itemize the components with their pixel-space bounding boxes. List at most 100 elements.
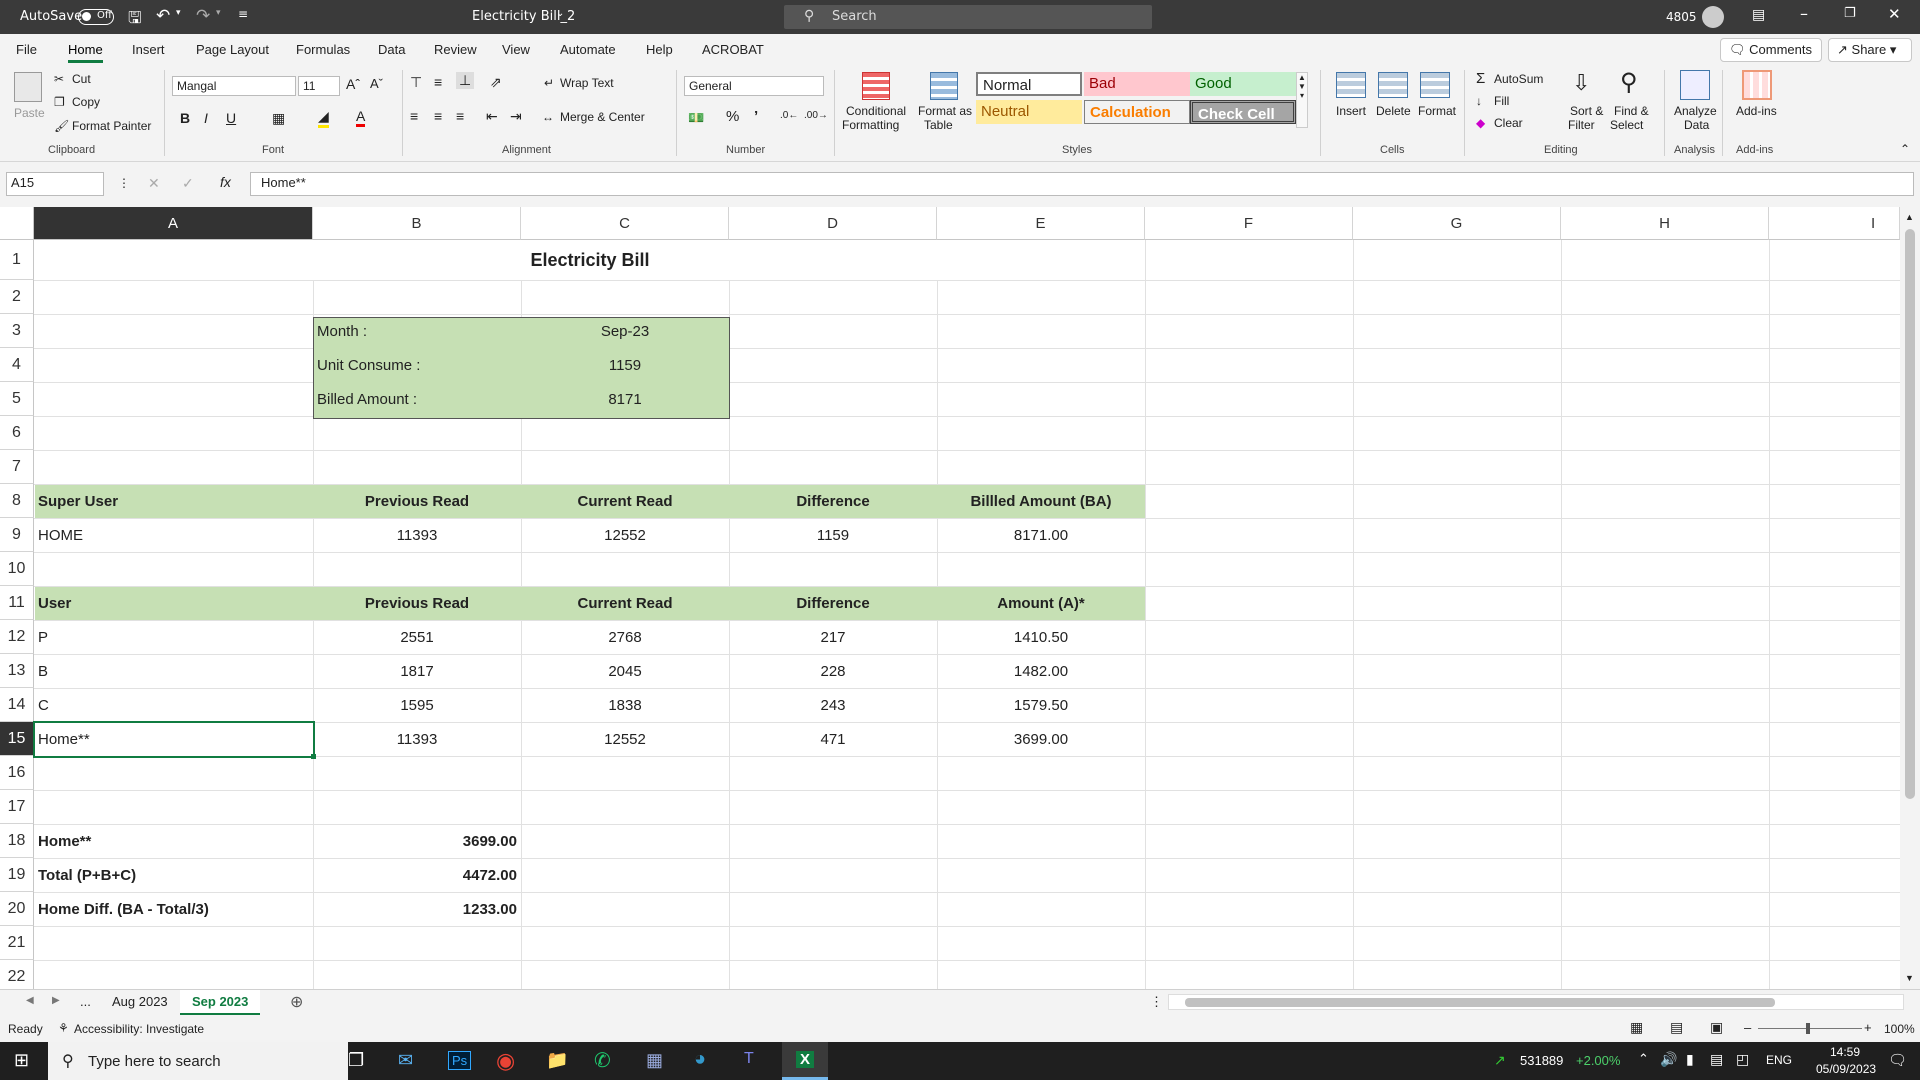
style-normal[interactable]: Normal — [976, 72, 1082, 96]
conditional-label[interactable]: Conditional — [846, 104, 906, 118]
user-row-home-previous[interactable]: 11393 — [313, 723, 521, 757]
title-chevron-icon[interactable]: ⌄ — [556, 8, 564, 19]
row-header-8[interactable]: 8 — [0, 484, 34, 518]
align-center-icon[interactable]: ≡ — [434, 108, 442, 124]
style-good[interactable]: Good — [1190, 72, 1296, 96]
super-row-current[interactable]: 12552 — [521, 519, 729, 553]
style-check-cell[interactable]: Check Cell — [1190, 100, 1296, 124]
user-header-previous[interactable]: Previous Read — [313, 587, 521, 621]
number-format-select[interactable]: General — [684, 76, 824, 96]
row-header-6[interactable]: 6 — [0, 416, 34, 450]
photoshop-icon[interactable]: Ps — [448, 1051, 472, 1070]
summary-units-value[interactable]: 1159 — [521, 349, 729, 383]
formatting-label[interactable]: Formatting — [842, 118, 899, 132]
volume-icon[interactable]: 🔊 — [1660, 1051, 1677, 1068]
total-pbc-value[interactable]: 4472.00 — [313, 859, 517, 893]
user-row-b-difference[interactable]: 228 — [729, 655, 937, 689]
user-row-p-previous[interactable]: 2551 — [313, 621, 521, 655]
user-row-b-amount[interactable]: 1482.00 — [937, 655, 1145, 689]
borders-icon[interactable]: ▦ — [272, 110, 285, 127]
paste-label[interactable]: Paste — [14, 106, 45, 120]
tab-file[interactable]: File — [16, 42, 37, 57]
super-header-user[interactable]: Super User — [38, 485, 118, 519]
copy-label[interactable]: Copy — [72, 95, 100, 109]
column-header-a[interactable]: A — [34, 207, 313, 240]
decrease-decimal-icon[interactable]: .00→ — [804, 110, 828, 121]
cut-icon[interactable]: ✂ — [54, 72, 64, 86]
fill-label[interactable]: Fill — [1494, 94, 1509, 108]
cut-label[interactable]: Cut — [72, 72, 91, 86]
filter-label[interactable]: Filter — [1568, 118, 1595, 132]
tab-automate[interactable]: Automate — [560, 42, 616, 57]
summary-billed-value[interactable]: 8171 — [521, 383, 729, 417]
network-icon[interactable]: ▤ — [1710, 1051, 1723, 1068]
user-row-b-previous[interactable]: 1817 — [313, 655, 521, 689]
user-row-home-difference[interactable]: 471 — [729, 723, 937, 757]
horizontal-scrollbar[interactable] — [1168, 994, 1904, 1010]
stock-value[interactable]: 531889 — [1520, 1053, 1563, 1068]
wrap-text-label[interactable]: Wrap Text — [560, 76, 614, 90]
user-row-c-current[interactable]: 1838 — [521, 689, 729, 723]
user-header-amount[interactable]: Amount (A)* — [937, 587, 1145, 621]
user-row-p-current[interactable]: 2768 — [521, 621, 729, 655]
column-header-e[interactable]: E — [937, 207, 1145, 240]
row-header-19[interactable]: 19 — [0, 858, 34, 892]
notifications-icon[interactable]: 🗨 — [1888, 1051, 1907, 1069]
autosum-icon[interactable]: Σ — [1476, 70, 1485, 87]
format-label[interactable]: Format — [1418, 104, 1456, 118]
home-diff-value[interactable]: 1233.00 — [313, 893, 517, 927]
page-break-view-icon[interactable]: ▣ — [1710, 1019, 1723, 1036]
sort-label[interactable]: Sort & — [1570, 104, 1603, 118]
row-header-15[interactable]: 15 — [0, 722, 34, 756]
align-middle-icon[interactable]: ≡ — [434, 74, 442, 90]
vertical-scrollbar[interactable]: ▲ ▼ — [1900, 207, 1920, 989]
fill-icon[interactable]: ↓ — [1476, 94, 1482, 108]
select-label[interactable]: Select — [1610, 118, 1643, 132]
home-diff-label[interactable]: Home Diff. (BA - Total/3) — [38, 893, 209, 927]
scroll-up-icon[interactable]: ▲ — [1905, 212, 1914, 222]
zoom-slider[interactable] — [1758, 1028, 1862, 1029]
column-header-h[interactable]: H — [1561, 207, 1769, 240]
format-as-table-icon[interactable] — [930, 72, 958, 100]
select-all-corner[interactable] — [0, 207, 34, 240]
accounting-format-icon[interactable]: 💵 — [688, 110, 704, 126]
tab-split-icon[interactable]: ⋮ — [1150, 994, 1163, 1010]
taskbar-search-box[interactable]: ⚲ Type here to search — [48, 1042, 348, 1080]
user-row-p-difference[interactable]: 217 — [729, 621, 937, 655]
user-row-c-difference[interactable]: 243 — [729, 689, 937, 723]
sheet-ellipsis[interactable]: ... — [80, 994, 91, 1009]
accessibility-icon[interactable]: ⚘ — [58, 1021, 69, 1035]
language-indicator[interactable]: ENG — [1766, 1053, 1792, 1067]
column-header-b[interactable]: B — [313, 207, 521, 240]
column-header-g[interactable]: G — [1353, 207, 1561, 240]
user-row-p-name[interactable]: P — [38, 621, 48, 655]
save-icon[interactable]: 🖫 — [128, 7, 142, 34]
align-top-icon[interactable]: ⊤ — [410, 74, 422, 91]
bold-icon[interactable]: B — [180, 110, 190, 126]
spreadsheet-grid[interactable]: A B C D E F G H I 1 2 3 4 5 6 7 8 9 10 1… — [0, 207, 1920, 989]
user-row-b-name[interactable]: B — [38, 655, 48, 689]
vertical-scroll-thumb[interactable] — [1905, 229, 1915, 799]
clear-icon[interactable]: ◆ — [1476, 116, 1485, 130]
total-home-label[interactable]: Home** — [38, 825, 91, 859]
user-row-c-previous[interactable]: 1595 — [313, 689, 521, 723]
calculator-icon[interactable]: ▦ — [646, 1050, 663, 1071]
user-row-p-amount[interactable]: 1410.50 — [937, 621, 1145, 655]
redo-icon[interactable]: ↷ — [196, 6, 210, 26]
style-bad[interactable]: Bad — [1084, 72, 1190, 96]
edge-icon[interactable]: ◕ — [694, 1048, 706, 1071]
avatar[interactable] — [1702, 6, 1724, 28]
add-ins-label[interactable]: Add-ins — [1736, 104, 1777, 118]
row-header-10[interactable]: 10 — [0, 552, 34, 586]
tab-formulas[interactable]: Formulas — [296, 42, 350, 57]
super-header-current[interactable]: Current Read — [521, 485, 729, 519]
row-header-18[interactable]: 18 — [0, 824, 34, 858]
row-header-4[interactable]: 4 — [0, 348, 34, 382]
fill-color-icon[interactable]: ◢ — [318, 108, 329, 128]
row-header-7[interactable]: 7 — [0, 450, 34, 484]
row-header-9[interactable]: 9 — [0, 518, 34, 552]
row-header-12[interactable]: 12 — [0, 620, 34, 654]
super-row-difference[interactable]: 1159 — [729, 519, 937, 553]
tray-overflow-icon[interactable]: ⌃ — [1638, 1051, 1649, 1067]
orientation-icon[interactable]: ⇗ — [490, 74, 502, 91]
